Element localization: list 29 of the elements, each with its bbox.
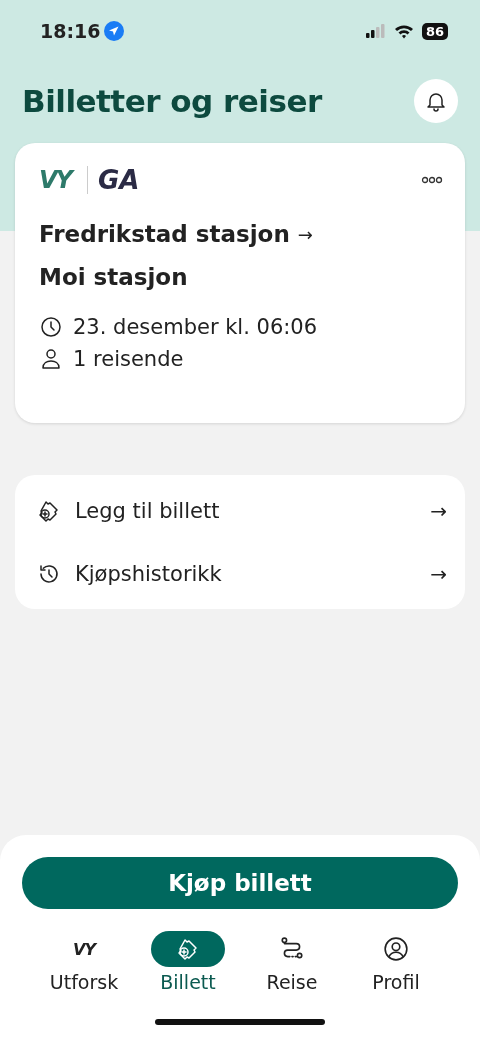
status-time: 18:16 [40,20,101,42]
brand-logo: VY [73,939,95,959]
menu-item[interactable]: Kjøpshistorikk → [15,542,465,605]
person-icon [39,347,63,371]
ticket-icon [176,937,200,961]
clock-icon [39,315,63,339]
profile-icon [383,936,409,962]
nav-tab[interactable]: VY Utforsk [39,931,129,993]
wifi-icon [393,23,414,39]
menu-item[interactable]: Legg til billett → [15,479,465,542]
nav-tab[interactable]: Profil [351,931,441,993]
arrow-text: → [297,223,313,247]
page-title: Billetter og reiser [22,83,324,119]
departure-time: 23. desember kl. 06:06 [73,315,318,339]
nav-tab[interactable]: Reise [247,931,337,993]
destination-station: Moi stasjon [39,263,189,292]
signal-icon [365,24,386,38]
more-icon [421,176,443,184]
add-ticket-icon [37,498,61,523]
product-logo: GA [97,165,140,195]
ticket-card[interactable]: VY GA Fredrikstad stasjon → Moi stasjon 23. desember kl. 06:06 1 reisende [15,143,465,423]
battery-level: 86 [421,22,448,40]
origin-station: Fredrikstad stasjon [39,220,290,249]
nav-tab[interactable]: Billett [143,931,233,993]
buy-ticket-button[interactable]: Kjøp billett [22,857,458,909]
notifications-button[interactable] [414,79,458,123]
traveler-count: 1 reisende [73,347,184,371]
location-icon [104,21,125,41]
more-button[interactable] [421,176,443,184]
